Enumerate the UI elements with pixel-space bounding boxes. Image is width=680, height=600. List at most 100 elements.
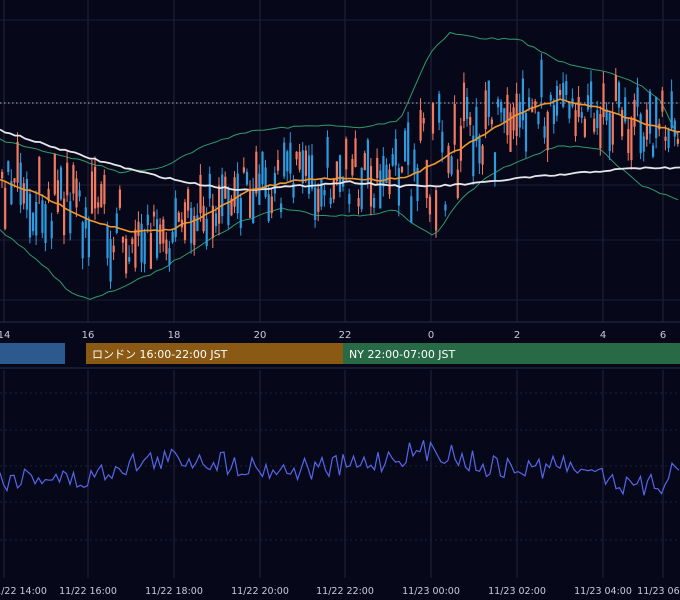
- candle-body: [280, 203, 283, 212]
- osc-x-tick-label: 11/22 14:00: [0, 586, 47, 597]
- candle-body: [115, 213, 118, 233]
- osc-x-tick-label: 11/22 18:00: [145, 586, 203, 597]
- candle-body: [447, 145, 450, 174]
- osc-x-tick-label: 11/23 00:00: [402, 586, 460, 597]
- candle-body: [602, 83, 605, 118]
- candle-body: [577, 96, 580, 117]
- candle-body: [159, 224, 162, 244]
- candle-body: [493, 152, 497, 182]
- candle: [360, 167, 363, 213]
- price-x-tick-label: 14: [0, 330, 10, 341]
- candle-body: [252, 189, 255, 224]
- candle-body: [500, 102, 503, 113]
- price-x-tick-label: 18: [168, 330, 181, 341]
- candle-body: [630, 117, 633, 161]
- candle-body: [304, 150, 307, 176]
- candle-body: [345, 138, 348, 170]
- candle: [28, 188, 32, 244]
- candle: [125, 234, 128, 279]
- candle-body: [512, 107, 515, 131]
- candle-body: [90, 171, 94, 214]
- candle-body: [459, 125, 462, 161]
- candle-body: [676, 139, 679, 144]
- candle: [283, 137, 286, 179]
- candle-body: [537, 112, 540, 125]
- candle: [450, 155, 453, 177]
- candle-body: [373, 198, 376, 208]
- candle-body: [441, 131, 444, 153]
- candle-body: [199, 174, 202, 214]
- candle-body: [422, 117, 425, 124]
- candle-body: [583, 118, 586, 137]
- candle-body: [552, 105, 555, 124]
- candle-body: [320, 178, 323, 207]
- candle-body: [611, 113, 614, 145]
- oscillator-x-axis: 11/22 14:00 11/22 16:00 11/22 18:00 11/22 2…: [0, 586, 680, 597]
- candle: [435, 187, 438, 238]
- candle-body: [326, 137, 329, 168]
- candle-body: [298, 151, 301, 170]
- candle-body: [642, 136, 645, 152]
- candle-body: [369, 166, 373, 207]
- candle-body: [376, 157, 379, 178]
- candle-body: [72, 165, 75, 194]
- candle-body: [221, 174, 224, 217]
- candle: [109, 230, 112, 289]
- candle-body: [596, 110, 599, 128]
- candle: [524, 111, 528, 158]
- candle-body: [94, 166, 97, 209]
- candle: [227, 186, 230, 229]
- candle-body: [128, 257, 131, 262]
- candle-body: [506, 94, 509, 136]
- candle-body: [41, 200, 44, 233]
- candle-body: [400, 167, 404, 173]
- candle: [338, 154, 342, 198]
- candle: [183, 199, 187, 244]
- candle-body: [97, 202, 100, 208]
- price-x-tick-label: 2: [514, 330, 520, 341]
- candle: [320, 178, 323, 211]
- osc-x-tick-label: 11/23 06:: [637, 586, 680, 597]
- candle: [639, 112, 642, 160]
- session-label: NY 22:00-07:00 JST: [349, 348, 456, 361]
- candle-body: [35, 202, 38, 236]
- candle-body: [559, 89, 562, 96]
- candle-body: [283, 142, 286, 177]
- candle-body: [137, 221, 140, 236]
- candle: [404, 128, 407, 162]
- candle-body: [593, 118, 596, 132]
- candle-body: [152, 211, 156, 217]
- candle-body: [311, 155, 314, 189]
- candle-body: [444, 204, 447, 211]
- candle-body: [28, 194, 32, 238]
- candle-body: [648, 91, 652, 134]
- candle-body: [382, 155, 385, 187]
- candle: [53, 153, 56, 196]
- candle-body: [7, 161, 10, 172]
- candle-body: [103, 175, 106, 205]
- candle-body: [338, 155, 342, 192]
- candle-body: [568, 102, 571, 119]
- candle-body: [227, 187, 230, 225]
- candle-body: [314, 187, 317, 220]
- candle-body: [503, 108, 506, 124]
- chart-canvas: 14 16 18 20 22 0 2 4 6 ロンドン 16:00-22:00 JST NY 22…: [0, 0, 680, 600]
- candle: [41, 194, 44, 239]
- candle-body: [323, 190, 326, 196]
- candle: [332, 177, 335, 203]
- candle-body: [481, 145, 484, 165]
- candle-body: [388, 169, 391, 195]
- candle-body: [490, 119, 493, 125]
- candle-body: [590, 81, 593, 108]
- candle: [4, 181, 7, 231]
- candle-body: [332, 178, 335, 200]
- candle: [621, 106, 624, 141]
- candle-body: [543, 126, 546, 138]
- candle-body: [670, 91, 673, 129]
- candle-body: [183, 202, 187, 240]
- candle: [366, 138, 369, 189]
- candle-body: [168, 248, 171, 265]
- candle-body: [125, 238, 128, 274]
- candle-body: [22, 183, 25, 204]
- candle-body: [466, 97, 469, 119]
